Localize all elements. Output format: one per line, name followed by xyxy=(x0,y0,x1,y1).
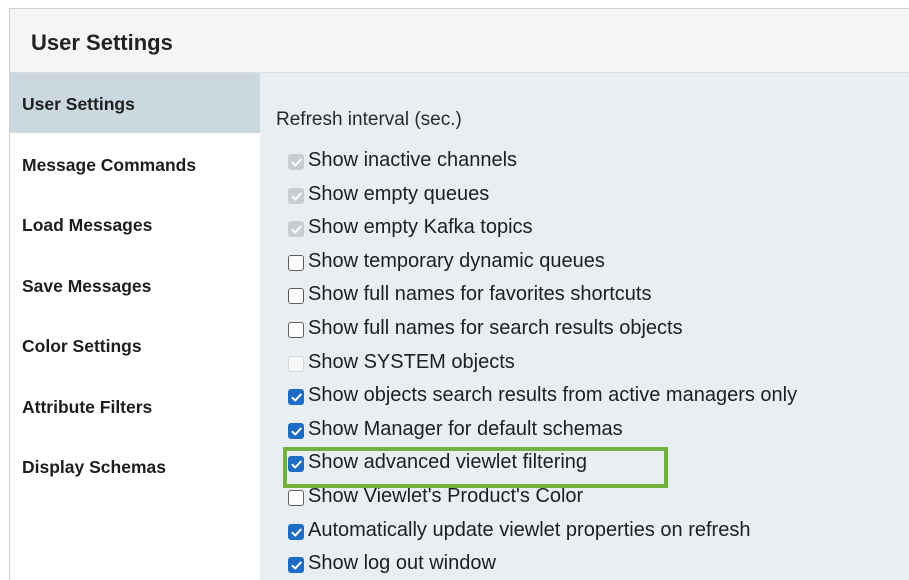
option-label: Show empty Kafka topics xyxy=(308,216,533,239)
page-title: User Settings xyxy=(31,30,173,55)
option-checkbox[interactable] xyxy=(288,389,304,406)
check-icon xyxy=(291,427,302,436)
option-label: Show SYSTEM objects xyxy=(308,350,515,373)
option-checkbox[interactable] xyxy=(288,288,304,305)
sidebar-item-label: Load Messages xyxy=(22,215,153,235)
option-label: Show Viewlet's Product's Color xyxy=(308,485,584,507)
option-label: Show objects search results from active … xyxy=(308,384,798,407)
option-label: Automatically update viewlet properties … xyxy=(308,518,751,541)
sidebar-item-label: User Settings xyxy=(22,94,135,114)
option-checkbox[interactable] xyxy=(288,523,304,540)
option-checkbox[interactable] xyxy=(288,254,304,271)
sidebar-item-color-settings[interactable]: Color Settings xyxy=(10,315,260,375)
sidebar-item-label: Color Settings xyxy=(22,336,142,356)
option-checkbox[interactable] xyxy=(288,221,304,238)
option-label: Show full names for favorites shortcuts xyxy=(308,283,652,306)
refresh-interval-label: Refresh interval (sec.) xyxy=(276,109,462,130)
option-checkbox[interactable] xyxy=(288,490,304,506)
option-label: Show inactive channels xyxy=(308,149,518,171)
header: User Settings xyxy=(10,9,909,73)
sidebar-item-label: Attribute Filters xyxy=(22,397,153,417)
option-label: Show full names for search results objec… xyxy=(308,317,683,339)
check-icon xyxy=(291,158,302,167)
option-checkbox[interactable] xyxy=(288,355,304,372)
settings-content: Refresh interval (sec.) Show inactive ch… xyxy=(260,73,909,580)
sidebar-item-attribute-filters[interactable]: Attribute Filters xyxy=(10,376,260,436)
check-icon xyxy=(291,528,302,537)
option-checkbox[interactable] xyxy=(288,187,304,204)
option-label: Show temporary dynamic queues xyxy=(308,249,605,272)
check-icon xyxy=(291,393,302,402)
sidebar-item-label: Message Commands xyxy=(22,155,197,175)
check-icon xyxy=(291,192,302,201)
sidebar-item-label: Display Schemas xyxy=(22,457,166,477)
option-label: Show empty queues xyxy=(308,182,490,205)
check-icon xyxy=(291,225,302,234)
highlight-box xyxy=(283,447,668,488)
option-label: Show Manager for default schemas xyxy=(308,417,623,440)
settings-window: User Settings User Settings Message Comm… xyxy=(9,8,909,580)
check-icon xyxy=(291,561,302,570)
option-label: Show log out window xyxy=(308,552,496,575)
option-checkbox[interactable] xyxy=(288,154,304,170)
sidebar-item-save-messages[interactable]: Save Messages xyxy=(10,255,260,315)
sidebar-item-display-schemas[interactable]: Display Schemas xyxy=(10,436,260,496)
sidebar-item-load-messages[interactable]: Load Messages xyxy=(10,194,260,254)
sidebar-item-message-commands[interactable]: Message Commands xyxy=(10,134,260,194)
option-checkbox[interactable] xyxy=(288,557,304,574)
sidebar-item-label: Save Messages xyxy=(22,276,152,296)
option-checkbox[interactable] xyxy=(288,422,304,439)
sidebar-item-user-settings[interactable]: User Settings xyxy=(10,73,260,133)
option-checkbox[interactable] xyxy=(288,322,304,338)
sidebar: User Settings Message Commands Load Mess… xyxy=(10,73,260,580)
